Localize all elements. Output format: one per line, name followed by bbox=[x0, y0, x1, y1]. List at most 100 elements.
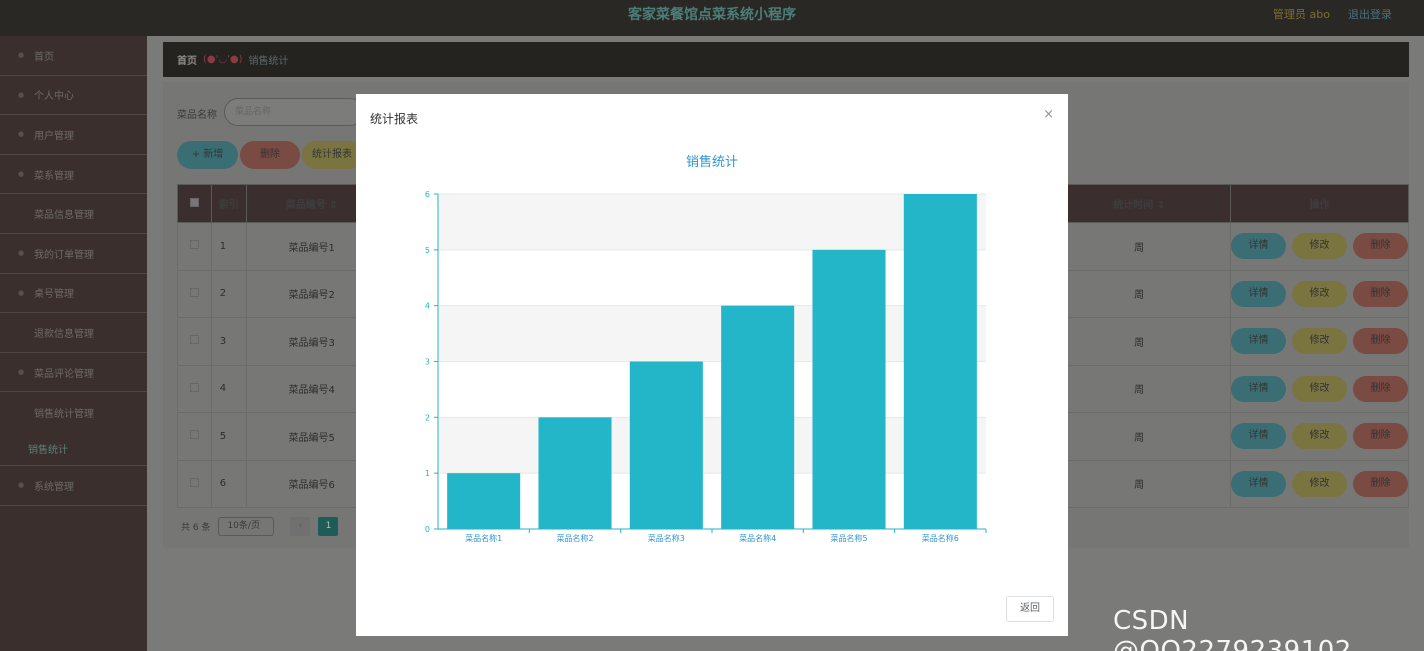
row-delete-button[interactable]: 删除 bbox=[1353, 423, 1408, 450]
row-checkbox[interactable] bbox=[189, 240, 199, 250]
cell-index: 2 bbox=[210, 269, 247, 318]
sidebar-subitem-label: 销售统计 bbox=[28, 444, 68, 456]
y-tick-label: 6 bbox=[425, 190, 430, 199]
row-checkbox-cell[interactable] bbox=[177, 412, 212, 461]
cell-ops: 详情 修改 删除 bbox=[1230, 412, 1409, 461]
row-checkbox[interactable] bbox=[189, 382, 199, 392]
row-checkbox[interactable] bbox=[189, 477, 199, 487]
cell-ops: 详情 修改 删除 bbox=[1230, 459, 1409, 508]
cell-index: 4 bbox=[210, 364, 247, 413]
sidebar-item-label: 我的订单管理 bbox=[34, 249, 94, 261]
sidebar-item-label: 个人中心 bbox=[34, 91, 74, 103]
row-checkbox-cell[interactable] bbox=[177, 317, 212, 366]
y-tick-label: 1 bbox=[425, 469, 430, 478]
cell-index: 1 bbox=[210, 222, 247, 271]
close-icon[interactable]: × bbox=[1043, 107, 1054, 122]
row-delete-button[interactable]: 删除 bbox=[1353, 328, 1408, 355]
bar bbox=[447, 473, 521, 529]
detail-button[interactable]: 详情 bbox=[1231, 233, 1286, 260]
sidebar-item-label: 首页 bbox=[34, 51, 54, 63]
sidebar-item-home[interactable]: ● 首页 bbox=[0, 36, 147, 76]
row-checkbox-cell[interactable] bbox=[177, 222, 212, 271]
sort-icon[interactable]: ⇕ bbox=[1157, 200, 1165, 211]
delete-button[interactable]: 删除 bbox=[240, 141, 300, 169]
row-delete-button[interactable]: 删除 bbox=[1353, 375, 1408, 402]
row-checkbox-cell[interactable] bbox=[177, 269, 212, 318]
dialog-title: 统计报表 bbox=[370, 112, 419, 126]
row-checkbox[interactable] bbox=[189, 430, 199, 440]
add-button[interactable]: + 新增 bbox=[177, 141, 238, 169]
row-delete-button[interactable]: 删除 bbox=[1353, 280, 1408, 307]
chart-icon bbox=[18, 409, 26, 415]
select-all-checkbox[interactable] bbox=[189, 197, 199, 207]
sort-icon[interactable]: ⇕ bbox=[329, 200, 337, 211]
select-all-checkbox-cell[interactable] bbox=[177, 184, 212, 223]
sidebar-item-cuisine[interactable]: ● 菜系管理 bbox=[0, 155, 147, 195]
page-size-select[interactable]: 10条/页 bbox=[218, 517, 275, 536]
y-tick-label: 0 bbox=[425, 525, 430, 534]
edit-button[interactable]: 修改 bbox=[1292, 470, 1347, 497]
users-icon: ● bbox=[18, 130, 25, 139]
sidebar-item-label: 用户管理 bbox=[34, 130, 74, 142]
y-tick-label: 2 bbox=[425, 413, 430, 422]
row-delete-button[interactable]: 删除 bbox=[1353, 233, 1408, 260]
sidebar-item-orders[interactable]: ● 我的订单管理 bbox=[0, 234, 147, 274]
sidebar-item-dishes[interactable]: 菜品信息管理 bbox=[0, 194, 147, 234]
sidebar-item-refunds[interactable]: 退款信息管理 bbox=[0, 313, 147, 353]
sidebar-item-label: 退款信息管理 bbox=[34, 328, 94, 340]
column-header-time[interactable]: 统计时间 ⇕ bbox=[1047, 184, 1231, 223]
row-delete-button[interactable]: 删除 bbox=[1353, 470, 1408, 497]
prev-page-button[interactable]: ‹ bbox=[290, 517, 311, 536]
row-checkbox-cell[interactable] bbox=[177, 364, 212, 413]
sidebar-item-users[interactable]: ● 用户管理 bbox=[0, 115, 147, 155]
edit-button[interactable]: 修改 bbox=[1292, 423, 1347, 450]
refund-icon bbox=[18, 329, 26, 335]
x-tick-label: 菜品名称4 bbox=[739, 533, 776, 543]
detail-button[interactable]: 详情 bbox=[1231, 470, 1286, 497]
cell-time: 周 bbox=[1047, 317, 1231, 366]
x-tick-label: 菜品名称1 bbox=[465, 533, 502, 543]
cell-index: 6 bbox=[210, 459, 247, 508]
detail-button[interactable]: 详情 bbox=[1231, 328, 1286, 355]
sidebar-item-system[interactable]: ● 系统管理 bbox=[0, 466, 147, 506]
edit-button[interactable]: 修改 bbox=[1292, 328, 1347, 355]
row-checkbox[interactable] bbox=[189, 287, 199, 297]
home-icon: ● bbox=[18, 51, 25, 60]
search-input[interactable]: 菜品名称 bbox=[224, 98, 364, 126]
back-button[interactable]: 返回 bbox=[1006, 596, 1054, 622]
stats-report-dialog: 统计报表 × 销售统计 0 1 2 3 4 5 6 菜品名称1 菜品名称2 菜品名称3 菜品名称4 菜品… bbox=[356, 94, 1068, 636]
detail-button[interactable]: 详情 bbox=[1231, 375, 1286, 402]
sidebar-item-sales[interactable]: 销售统计管理 bbox=[0, 392, 147, 432]
detail-button[interactable]: 详情 bbox=[1231, 280, 1286, 307]
page-number-button[interactable]: 1 bbox=[318, 517, 339, 536]
cell-time: 周 bbox=[1047, 222, 1231, 271]
stats-report-button[interactable]: 统计报表 bbox=[302, 141, 362, 169]
edit-button[interactable]: 修改 bbox=[1292, 280, 1347, 307]
table-icon: ● bbox=[18, 288, 25, 297]
y-tick-label: 5 bbox=[425, 246, 430, 255]
x-tick-label: 菜品名称6 bbox=[922, 533, 959, 543]
row-checkbox[interactable] bbox=[189, 335, 199, 345]
sidebar-item-reviews[interactable]: ● 菜品评论管理 bbox=[0, 353, 147, 393]
edit-button[interactable]: 修改 bbox=[1292, 233, 1347, 260]
bar bbox=[721, 305, 795, 529]
sidebar-item-label: 菜品评论管理 bbox=[34, 368, 94, 380]
pagination-total: 共 6 条 bbox=[181, 523, 211, 533]
user-icon: ● bbox=[18, 90, 25, 99]
app-title: 客家菜餐馆点菜系统小程序 bbox=[628, 7, 796, 23]
admin-label: 管理员 abo bbox=[1273, 8, 1330, 21]
x-tick-label: 菜品名称2 bbox=[556, 533, 593, 543]
sales-bar-chart: 销售统计 0 1 2 3 4 5 6 菜品名称1 菜品名称2 菜品名称3 菜品名称4 菜品名称5 菜品名称… bbox=[425, 154, 987, 543]
pagination: 共 6 条 10条/页 ‹ 1 bbox=[181, 517, 339, 536]
sidebar-subitem-sales-stats[interactable]: 销售统计 bbox=[0, 432, 147, 466]
sidebar-item-tables[interactable]: ● 桌号管理 bbox=[0, 274, 147, 314]
logout-link[interactable]: 退出登录 bbox=[1348, 0, 1392, 30]
row-checkbox-cell[interactable] bbox=[177, 459, 212, 508]
breadcrumb-home[interactable]: 首页 bbox=[177, 52, 197, 67]
cell-ops: 详情 修改 删除 bbox=[1230, 317, 1409, 366]
detail-button[interactable]: 详情 bbox=[1231, 423, 1286, 450]
edit-button[interactable]: 修改 bbox=[1292, 375, 1347, 402]
watermark-text: CSDN @QQ2279239102 bbox=[1113, 606, 1352, 651]
cell-ops: 详情 修改 删除 bbox=[1230, 269, 1409, 318]
sidebar-item-profile[interactable]: ● 个人中心 bbox=[0, 76, 147, 116]
